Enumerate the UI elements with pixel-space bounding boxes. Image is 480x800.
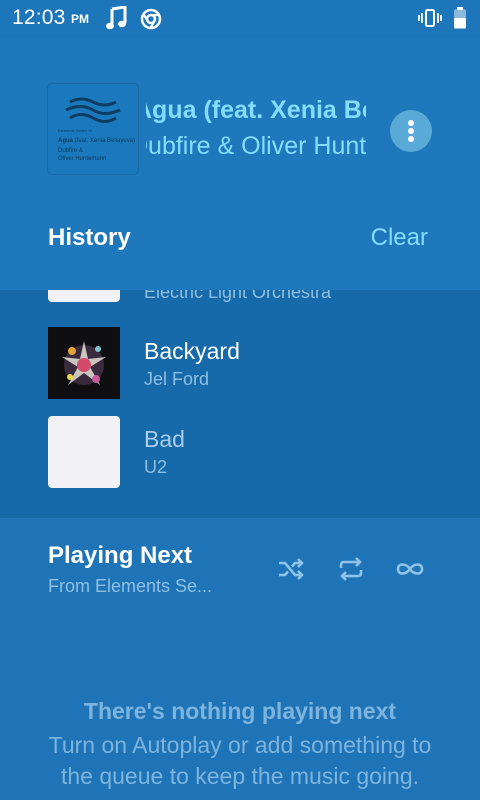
now-playing-title: Agua (feat. Xenia Beliayeva) bbox=[146, 96, 366, 124]
clear-history-button[interactable]: Clear bbox=[371, 224, 428, 252]
history-item-artist: U2 bbox=[144, 457, 168, 477]
status-ampm: PM bbox=[71, 12, 89, 26]
now-playing-artwork[interactable]: Elements Series Vi Agua (feat. Xenia Bel… bbox=[48, 84, 138, 174]
now-playing-header: Elements Series Vi Agua (feat. Xenia Bel… bbox=[0, 38, 480, 290]
chrome-icon bbox=[140, 8, 162, 35]
history-item-title: Bad bbox=[144, 426, 185, 452]
now-playing-marquee[interactable]: Agua (feat. Xenia Beliayeva) Dubfire & O… bbox=[146, 96, 366, 166]
history-item[interactable]: Electric Light Orchestra bbox=[0, 290, 480, 310]
history-artwork bbox=[48, 327, 120, 399]
battery-icon bbox=[452, 6, 468, 35]
history-artwork bbox=[48, 416, 120, 488]
artwork-artist-line1: Dubfire & bbox=[58, 148, 84, 154]
wave-graphic bbox=[65, 97, 121, 123]
more-dot bbox=[408, 136, 414, 142]
infinity-icon[interactable] bbox=[394, 554, 426, 589]
more-options-button[interactable] bbox=[390, 110, 432, 152]
music-note-icon bbox=[106, 5, 128, 35]
artwork-artist-line2: Oliver Huntemann bbox=[58, 156, 107, 162]
repeat-icon[interactable] bbox=[336, 554, 366, 589]
playing-next-source: From Elements Se... bbox=[48, 576, 213, 596]
artwork-series-text: Elements Series Vi bbox=[58, 128, 92, 133]
history-list[interactable]: Electric Light Orchestra Backyard Jel Fo… bbox=[0, 290, 480, 518]
empty-state-body: Turn on Autoplay or add something to the… bbox=[48, 732, 432, 789]
history-item-artist: Electric Light Orchestra bbox=[144, 290, 332, 302]
history-item[interactable]: Bad U2 bbox=[0, 416, 480, 496]
more-vertical-icon bbox=[408, 120, 414, 126]
history-heading: History bbox=[48, 224, 131, 251]
more-dot bbox=[408, 128, 414, 134]
playing-next-heading: Playing Next bbox=[48, 542, 193, 569]
history-item-artist: Jel Ford bbox=[144, 369, 210, 389]
shuffle-icon[interactable] bbox=[276, 554, 306, 589]
history-item[interactable]: Backyard Jel Ford bbox=[0, 327, 480, 407]
status-time: 12:03 bbox=[12, 6, 66, 29]
status-bar: 12:03 PM bbox=[0, 0, 480, 38]
now-playing-artist: Dubfire & Oliver Huntemann bbox=[146, 132, 366, 160]
history-item-title: Backyard bbox=[144, 338, 240, 364]
backyard-artwork-graphic bbox=[48, 327, 120, 399]
artwork-song-text: Agua (feat. Xenia Beliayeva) bbox=[58, 138, 136, 144]
empty-state-title: There's nothing playing next bbox=[83, 698, 397, 724]
history-artwork bbox=[48, 290, 120, 302]
vibrate-icon bbox=[418, 7, 442, 34]
